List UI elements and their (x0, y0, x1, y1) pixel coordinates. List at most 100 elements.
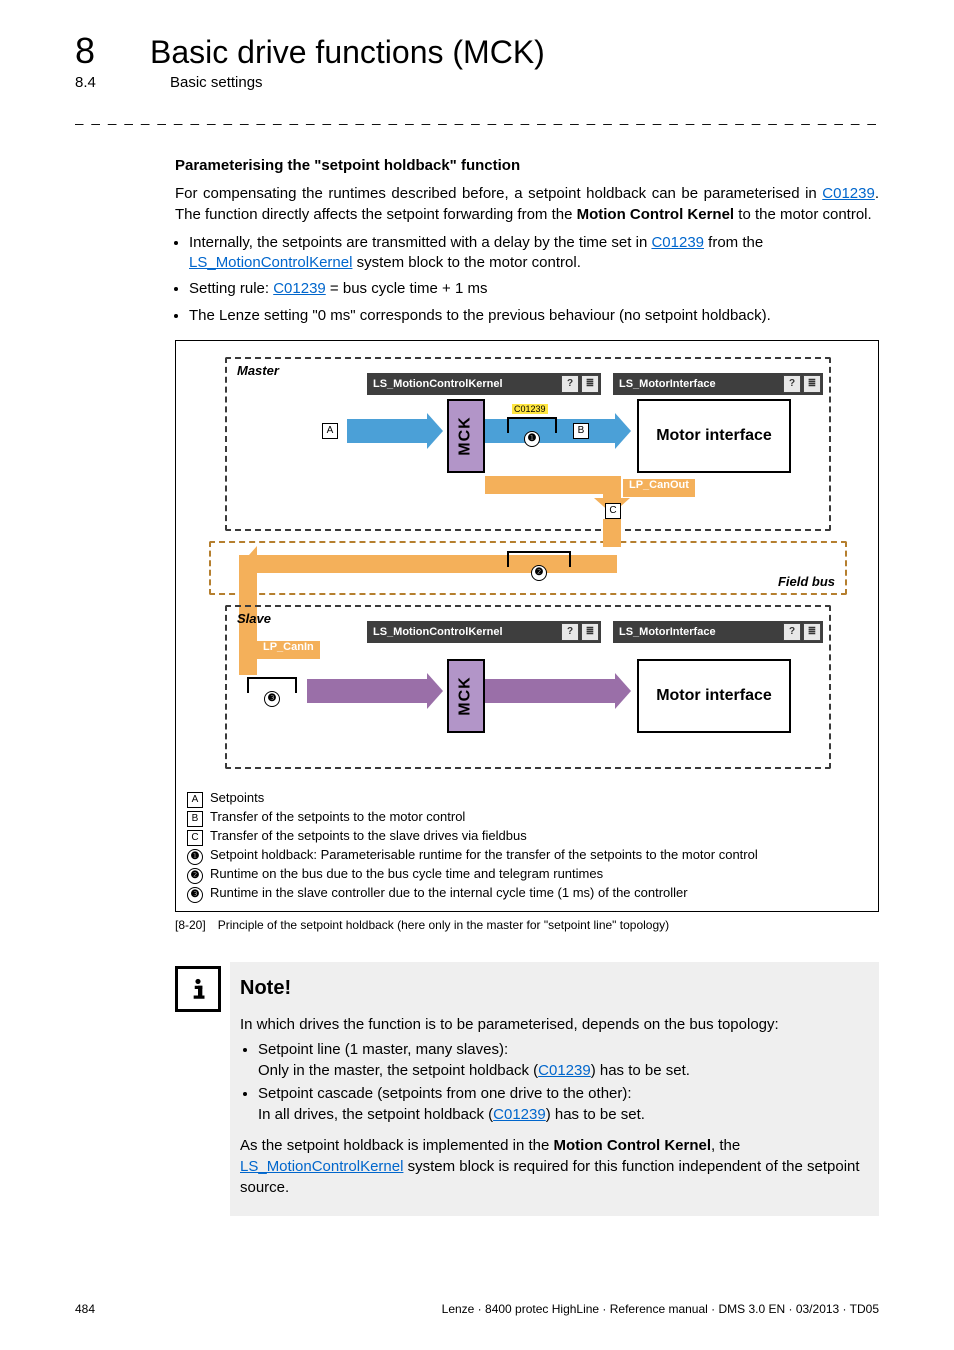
text: In all drives, the setpoint holdback ( (258, 1106, 493, 1123)
header-text: LS_MotorInterface (619, 626, 716, 638)
figure-number: [8-20] (175, 918, 206, 932)
bullet-3: The Lenze setting "0 ms" corresponds to … (189, 306, 879, 326)
text: system block to the motor control. (352, 254, 580, 271)
link-c01239[interactable]: C01239 (273, 280, 326, 297)
label-slave: Slave (237, 611, 271, 626)
link-ls-motioncontrolkernel[interactable]: LS_MotionControlKernel (189, 254, 352, 271)
text: from the (704, 234, 763, 251)
section-title: Basic settings (170, 74, 263, 91)
footer-meta: Lenze · 8400 protec HighLine · Reference… (442, 1302, 879, 1316)
marker-c: C (605, 503, 621, 519)
arrow-to-canout-h (485, 476, 615, 494)
text: Setpoint line (1 master, many slaves): (258, 1041, 508, 1058)
legend-text: Runtime on the bus due to the bus cycle … (210, 865, 603, 884)
legend-marker-1: ❶ (187, 849, 203, 865)
bullet-1: Internally, the setpoints are transmitte… (189, 233, 879, 274)
text: to the motor control. (734, 206, 872, 223)
time-segment-2: ❷ (507, 551, 571, 567)
block-mck-slave: MCK (447, 659, 485, 733)
note-title: Note! (240, 974, 863, 1002)
text: = bus cycle time + 1 ms (326, 280, 488, 297)
list-icon[interactable]: ≣ (803, 623, 821, 641)
info-icon (175, 966, 221, 1012)
text: ) has to be set. (591, 1062, 690, 1079)
text-bold: Motion Control Kernel (577, 206, 735, 223)
figure-caption-text: Principle of the setpoint holdback (here… (218, 918, 669, 932)
section-number: 8.4 (75, 74, 115, 91)
legend-marker-a: A (187, 792, 203, 808)
legend-marker-2: ❷ (187, 868, 203, 884)
time-segment-1: ❶ (507, 417, 557, 433)
paragraph-intro: For compensating the runtimes described … (175, 184, 879, 225)
marker-3: ❸ (264, 691, 280, 707)
note-intro: In which drives the function is to be pa… (240, 1014, 863, 1035)
marker-b: B (573, 423, 589, 439)
bullet-2: Setting rule: C01239 = bus cycle time + … (189, 279, 879, 299)
header-ls-motorinterface-slave: LS_MotorInterface ? ≣ (613, 621, 823, 643)
label-fieldbus: Field bus (778, 574, 835, 589)
chapter-number: 8 (75, 30, 95, 72)
arrow-to-canout-v (603, 476, 621, 498)
block-motor-interface: Motor interface (637, 399, 791, 473)
arrow-slave-in-v (239, 635, 257, 675)
text: Only in the master, the setpoint holdbac… (258, 1062, 538, 1079)
legend-text: Transfer of the setpoints to the slave d… (210, 827, 527, 846)
list-icon[interactable]: ≣ (581, 375, 599, 393)
text-bold: Motion Control Kernel (554, 1137, 712, 1154)
block-motor-interface-slave: Motor interface (637, 659, 791, 733)
page-number: 484 (75, 1302, 95, 1316)
time-segment-3: ❸ (247, 677, 297, 693)
text: As the setpoint holdback is implemented … (240, 1137, 554, 1154)
chapter-title: Basic drive functions (MCK) (150, 34, 545, 71)
arrow-fieldbus-in (603, 519, 621, 547)
marker-1: ❶ (524, 431, 540, 447)
divider: _ _ _ _ _ _ _ _ _ _ _ _ _ _ _ _ _ _ _ _ … (75, 109, 879, 126)
legend-marker-c: C (187, 830, 203, 846)
text: , the (711, 1137, 740, 1154)
link-c01239[interactable]: C01239 (822, 185, 875, 202)
link-c01239[interactable]: C01239 (493, 1106, 546, 1123)
arrow-slave-mck-to-motor (485, 679, 615, 703)
header-text: LS_MotionControlKernel (373, 378, 503, 390)
note-outro: As the setpoint holdback is implemented … (240, 1135, 863, 1198)
header-text: LS_MotionControlKernel (373, 626, 503, 638)
heading-parameterising: Parameterising the "setpoint holdback" f… (175, 156, 879, 176)
legend-marker-b: B (187, 811, 203, 827)
label-lp-canout: LP_CanOut (623, 479, 695, 497)
tag-c01239: C01239 (512, 404, 548, 414)
help-icon[interactable]: ? (561, 623, 579, 641)
legend-marker-3: ❸ (187, 887, 203, 903)
header-ls-mck: LS_MotionControlKernel ? ≣ (367, 373, 601, 395)
legend-text: Setpoint holdback: Parameterisable runti… (210, 846, 758, 865)
note-block: Note! In which drives the function is to… (175, 962, 879, 1216)
diagram: Master LS_MotionControlKernel ? ≣ LS_Mot… (207, 351, 847, 781)
link-c01239[interactable]: C01239 (651, 234, 704, 251)
link-c01239[interactable]: C01239 (538, 1062, 591, 1079)
arrow-slave-to-mck (307, 679, 427, 703)
text: Setting rule: (189, 280, 273, 297)
marker-a: A (322, 423, 338, 439)
block-mck: MCK (447, 399, 485, 473)
header-text: LS_MotorInterface (619, 378, 716, 390)
legend-text: Transfer of the setpoints to the motor c… (210, 808, 465, 827)
list-icon[interactable]: ≣ (581, 623, 599, 641)
header-ls-motorinterface: LS_MotorInterface ? ≣ (613, 373, 823, 395)
figure-box: Master LS_MotionControlKernel ? ≣ LS_Mot… (175, 340, 879, 912)
text: ) has to be set. (546, 1106, 645, 1123)
help-icon[interactable]: ? (783, 375, 801, 393)
label-lp-canin: LP_CanIn (257, 641, 320, 659)
legend-text: Setpoints (210, 789, 264, 808)
legend-text: Runtime in the slave controller due to t… (210, 884, 688, 903)
text: Internally, the setpoints are transmitte… (189, 234, 651, 251)
list-icon[interactable]: ≣ (803, 375, 821, 393)
figure-caption: [8-20] Principle of the setpoint holdbac… (175, 918, 879, 932)
help-icon[interactable]: ? (783, 623, 801, 641)
label-master: Master (237, 363, 279, 378)
help-icon[interactable]: ? (561, 375, 579, 393)
figure-legend: A Setpoints B Transfer of the setpoints to… (186, 789, 868, 903)
link-ls-motioncontrolkernel[interactable]: LS_MotionControlKernel (240, 1158, 403, 1175)
text: Setpoint cascade (setpoints from one dri… (258, 1085, 632, 1102)
header-ls-mck-slave: LS_MotionControlKernel ? ≣ (367, 621, 601, 643)
arrow-setpoints-to-mck (347, 419, 427, 443)
marker-2: ❷ (531, 565, 547, 581)
